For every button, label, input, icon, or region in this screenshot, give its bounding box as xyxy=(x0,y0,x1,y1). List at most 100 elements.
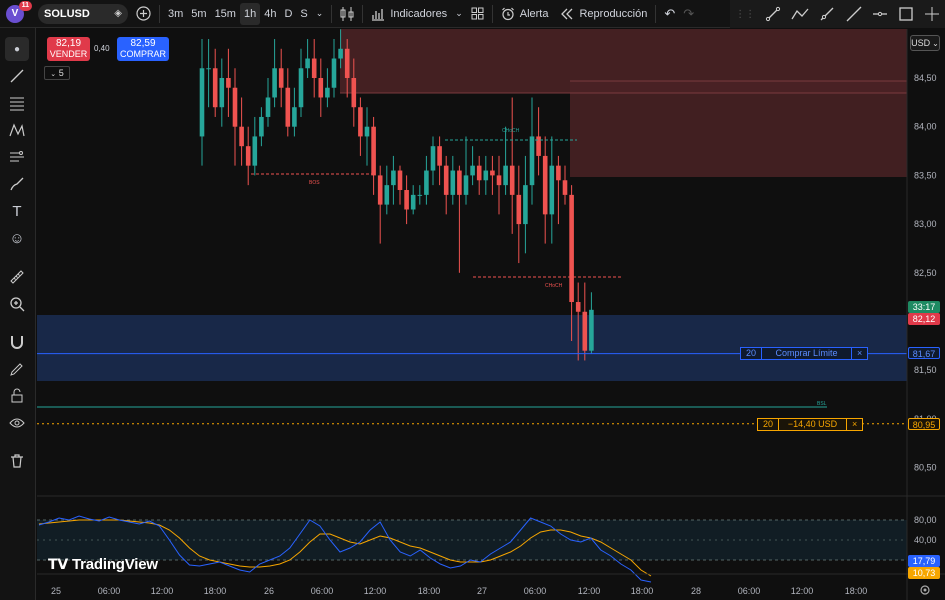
magnet-tool[interactable] xyxy=(5,330,29,354)
interval-5m[interactable]: 5m xyxy=(187,3,210,25)
interval-15m[interactable]: 15m xyxy=(211,3,240,25)
candle-body xyxy=(245,146,251,166)
symbol-search[interactable]: SOLUSD ◈ xyxy=(38,3,128,24)
position-price-label: 80,95 xyxy=(908,418,940,430)
trash-icon xyxy=(11,454,23,468)
candle-body xyxy=(325,87,330,98)
pattern-icon xyxy=(9,123,25,137)
forecast-icon xyxy=(10,151,24,162)
rsi-tick-label: 40,00 xyxy=(914,535,937,545)
notification-badge: 11 xyxy=(18,0,32,11)
symbol-info-icon[interactable]: ◈ xyxy=(114,8,122,19)
buy-limit-order[interactable]: 20 Comprar Límite × xyxy=(740,347,869,360)
text-tool[interactable]: T xyxy=(5,199,29,223)
settings-icon[interactable] xyxy=(919,584,931,596)
horizontal-line-icon[interactable] xyxy=(872,6,888,22)
pencil-lock-icon xyxy=(10,363,23,376)
time-tick-label: 12:00 xyxy=(791,586,814,596)
interval-4h[interactable]: 4h xyxy=(260,3,280,25)
forecast-tool[interactable] xyxy=(5,145,29,169)
drag-handle-icon[interactable]: ⋮⋮ xyxy=(735,9,755,20)
redo-button[interactable]: ↷ xyxy=(679,3,698,25)
currency-label: USD xyxy=(911,38,931,48)
lock-drawing-tool[interactable] xyxy=(5,357,29,381)
candle-body xyxy=(351,78,357,108)
time-tick-label: 12:00 xyxy=(364,586,387,596)
path-icon[interactable] xyxy=(791,7,809,21)
fib-tool[interactable] xyxy=(5,91,29,115)
interval-3m[interactable]: 3m xyxy=(164,3,187,25)
add-symbol-button[interactable] xyxy=(132,3,155,25)
candle-body xyxy=(206,68,211,70)
divider xyxy=(331,4,333,23)
close-position-button[interactable]: × xyxy=(847,419,862,430)
candle-body xyxy=(496,175,502,186)
interval-dropdown[interactable]: ⌄ xyxy=(312,3,328,25)
pattern-tool[interactable] xyxy=(5,118,29,142)
sell-price: 82,19 xyxy=(55,38,82,49)
ray-icon[interactable] xyxy=(819,6,835,22)
candle-body xyxy=(371,126,376,176)
undo-button[interactable]: ↶ xyxy=(660,3,679,25)
candle-body xyxy=(450,170,456,195)
interval-s[interactable]: S xyxy=(296,3,311,25)
price-chart[interactable]: BSL CHoCH BOS CHoCH 84,50 84,00 83,50 83,00 82,… xyxy=(37,29,945,600)
position-order[interactable]: 20 −14,40 USD × xyxy=(757,418,864,431)
indicators-button[interactable]: Indicadores xyxy=(367,3,451,25)
rsi-tick-label: 80,00 xyxy=(914,515,937,525)
replay-button[interactable]: Reproducción xyxy=(556,3,651,25)
candle-body xyxy=(463,175,469,195)
user-avatar[interactable]: V 11 xyxy=(6,0,32,23)
lock-all-tool[interactable] xyxy=(5,384,29,408)
sell-button[interactable]: 82,19 VENDER xyxy=(47,37,90,61)
tradingview-logo: 𝗧𝗩 TradingView xyxy=(48,556,158,573)
candle-body xyxy=(219,78,225,108)
rewind-icon xyxy=(561,8,573,19)
crosshair-tool[interactable]: ● xyxy=(5,37,29,61)
time-tick-label: 06:00 xyxy=(524,586,547,596)
buy-button[interactable]: 82,59 COMPRAR xyxy=(117,37,169,61)
cancel-order-button[interactable]: × xyxy=(852,348,867,359)
candle-body xyxy=(424,170,429,195)
interval-1h[interactable]: 1h xyxy=(239,2,261,25)
candle-body xyxy=(516,194,522,225)
layouts-button[interactable] xyxy=(467,3,488,25)
time-tick-label: 18:00 xyxy=(204,586,227,596)
candle-body xyxy=(278,68,284,88)
quantity-stepper[interactable]: ⌄ 5 xyxy=(44,66,70,80)
candle-body xyxy=(542,155,548,215)
currency-selector[interactable]: USD ⌄ xyxy=(910,35,940,51)
ruler-tool[interactable] xyxy=(5,265,29,289)
delete-drawings-tool[interactable] xyxy=(5,449,29,473)
candle-body xyxy=(549,165,555,215)
interval-d[interactable]: D xyxy=(280,3,296,25)
chart-type-button[interactable] xyxy=(336,3,358,25)
hide-drawings-tool[interactable] xyxy=(5,411,29,435)
extended-line-icon[interactable] xyxy=(846,6,862,22)
candle-body xyxy=(358,107,363,137)
last-price-label: 82,12 xyxy=(908,313,940,325)
indicators-dropdown[interactable]: ⌄ xyxy=(451,3,467,25)
measure-range-icon[interactable] xyxy=(924,6,940,22)
line-tool[interactable] xyxy=(5,64,29,88)
emoji-tool[interactable]: ☺ xyxy=(5,226,29,250)
rsi-value-label: 17,79 xyxy=(908,555,940,567)
candle-body xyxy=(318,78,324,98)
text-icon: T xyxy=(12,202,22,220)
candle-body xyxy=(536,136,541,156)
zoom-tool[interactable] xyxy=(5,292,29,316)
alert-button[interactable]: Alerta xyxy=(497,3,553,25)
time-tick-label: 28 xyxy=(691,586,701,596)
divider xyxy=(362,4,364,23)
rectangle-icon[interactable] xyxy=(898,6,914,22)
redo-icon: ↷ xyxy=(683,5,695,21)
trend-line-icon[interactable] xyxy=(765,6,781,22)
time-tick-label: 06:00 xyxy=(738,586,761,596)
order-label: Comprar Límite xyxy=(762,348,853,359)
brush-tool[interactable] xyxy=(5,172,29,196)
top-toolbar: V 11 SOLUSD ◈ 3m 5m 15m 1h 4h D S ⌄ Indi… xyxy=(0,0,945,28)
candle-body xyxy=(529,136,535,186)
position-pnl: −14,40 USD xyxy=(779,419,848,430)
price-tick-label: 80,50 xyxy=(914,463,937,473)
candle-body xyxy=(292,107,297,127)
